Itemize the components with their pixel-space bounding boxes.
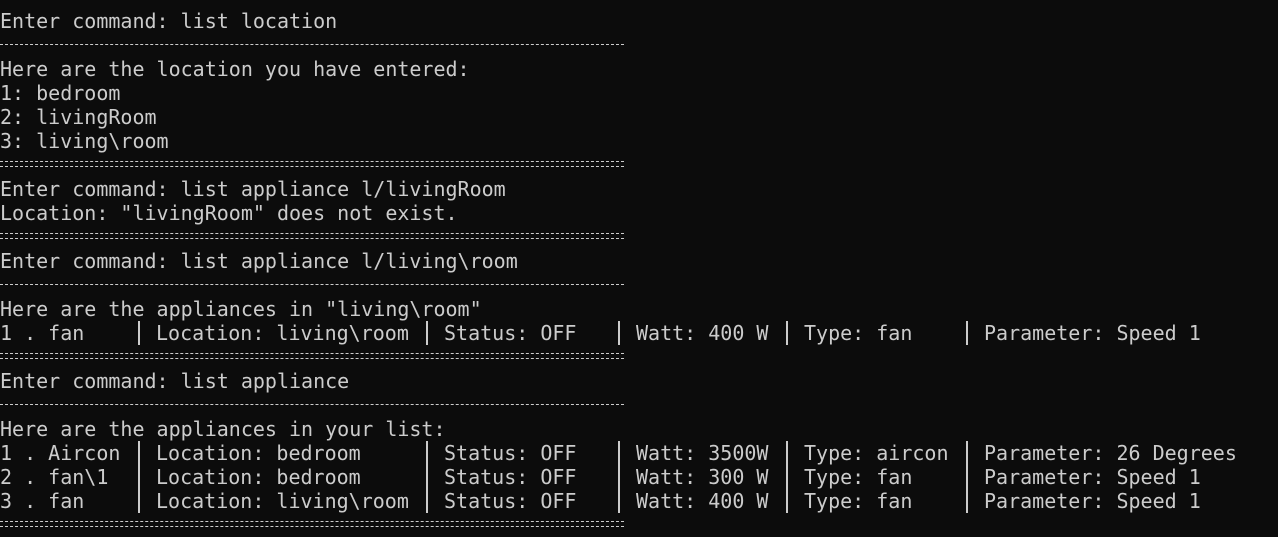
console-line: 2: livingRoom [0,105,1278,129]
console-line: 1: bedroom [0,81,1278,105]
dashed-divider [0,273,1278,297]
appliance-type: Type: aircon [804,441,949,465]
console-line: 3: living\room [0,129,1278,153]
console-text: Enter command: list appliance l/living\r… [0,249,518,273]
column-separator [138,321,140,345]
column-separator [618,465,620,489]
console-window[interactable]: Enter command: list location Here are the… [0,0,1278,537]
appliance-status: Status: OFF [444,465,577,489]
console-text: 2: livingRoom [0,105,157,129]
double-rule [0,353,624,359]
double-rule [0,161,624,167]
column-separator [786,489,788,513]
appliance-type: Type: fan [804,321,913,345]
column-separator [426,489,428,513]
console-line: Enter command: list appliance l/living\r… [0,249,1278,273]
appliance-row: 1 . Aircon Location: bedroom Status: OFF Wa… [0,441,1278,465]
column-separator [966,465,968,489]
double-divider [0,345,1278,369]
console-text: Here are the appliances in "living\room" [0,297,482,321]
appliance-type: Type: fan [804,489,913,513]
appliance-location: Location: living\room [156,489,409,513]
appliance-location: Location: bedroom [156,465,361,489]
appliance-parameter: Parameter: Speed 1 [984,489,1201,513]
double-divider [0,513,1278,537]
column-separator [138,489,140,513]
appliance-parameter: Parameter: Speed 1 [984,321,1201,345]
console-line: Location: "livingRoom" does not exist. [0,201,1278,225]
console-text: 3: living\room [0,129,169,153]
double-rule [0,233,624,239]
column-separator [966,441,968,465]
double-rule [0,521,624,527]
column-separator [426,465,428,489]
appliance-index-name: 1 . Aircon [0,441,121,465]
appliance-type: Type: fan [804,465,913,489]
dashed-divider [0,33,1278,57]
console-line: Here are the appliances in "living\room" [0,297,1278,321]
appliance-watt: Watt: 300 W [636,465,769,489]
appliance-watt: Watt: 3500W [636,441,769,465]
column-separator [966,321,968,345]
double-divider [0,153,1278,177]
appliance-row: 3 . fan Location: living\room Status: OFF W… [0,489,1278,513]
dashed-rule [0,284,624,285]
column-separator [966,489,968,513]
column-separator [618,441,620,465]
column-separator [426,321,428,345]
appliance-index-name: 1 . fan [0,321,85,345]
double-divider [0,225,1278,249]
console-text: Here are the location you have entered: [0,57,470,81]
appliance-status: Status: OFF [444,441,577,465]
appliance-row: 2 . fan\1 Location: bedroom Status: OFF Wat… [0,465,1278,489]
column-separator [786,465,788,489]
column-separator [786,441,788,465]
console-text: Enter command: list appliance l/livingRo… [0,177,506,201]
console-text: Enter command: list location [0,9,338,33]
appliance-index-name: 2 . fan\1 [0,465,109,489]
dashed-divider [0,393,1278,417]
console-line: Enter command: list appliance [0,369,1278,393]
column-separator [786,321,788,345]
console-text: Enter command: list appliance [0,369,350,393]
appliance-status: Status: OFF [444,489,577,513]
column-separator [138,465,140,489]
appliance-location: Location: living\room [156,321,409,345]
console-line: Here are the appliances in your list: [0,417,1278,441]
column-separator [138,441,140,465]
dashed-rule [0,404,624,405]
console-text: Here are the appliances in your list: [0,417,446,441]
appliance-watt: Watt: 400 W [636,321,769,345]
console-line: Enter command: list appliance l/livingRo… [0,177,1278,201]
dashed-rule [0,44,624,45]
appliance-status: Status: OFF [444,321,577,345]
console-text: 1: bedroom [0,81,121,105]
console-line: Enter command: list location [0,9,1278,33]
column-separator [618,321,620,345]
appliance-parameter: Parameter: Speed 1 [984,465,1201,489]
appliance-parameter: Parameter: 26 Degrees [984,441,1237,465]
appliance-index-name: 3 . fan [0,489,85,513]
appliance-watt: Watt: 400 W [636,489,769,513]
appliance-location: Location: bedroom [156,441,361,465]
appliance-row: 1 . fan Location: living\room Status: OFF W… [0,321,1278,345]
console-line: Here are the location you have entered: [0,57,1278,81]
column-separator [426,441,428,465]
console-text: Location: "livingRoom" does not exist. [0,201,458,225]
column-separator [618,489,620,513]
